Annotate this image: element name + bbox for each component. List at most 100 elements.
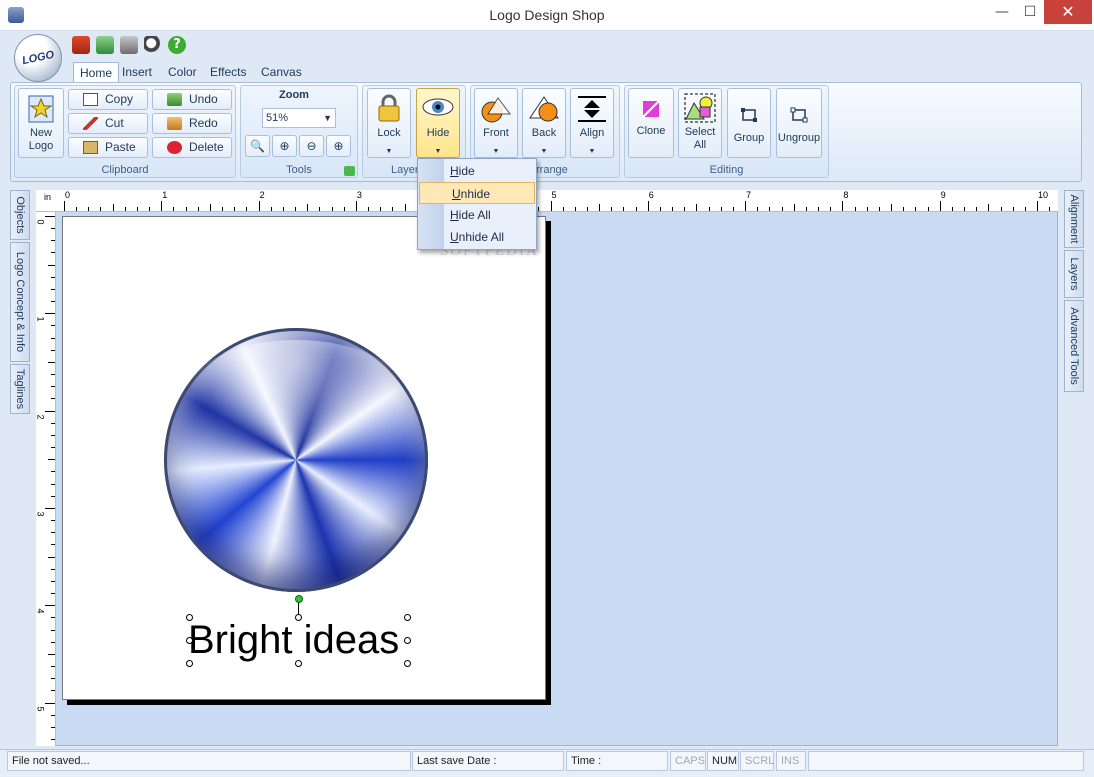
ruler-tick bbox=[927, 207, 929, 211]
status-file: File not saved... bbox=[7, 751, 411, 771]
panel-tab-advanced-tools[interactable]: Advanced Tools bbox=[1064, 300, 1084, 392]
cut-button[interactable]: Cut bbox=[68, 113, 148, 134]
copy-label: Copy bbox=[105, 92, 134, 106]
ruler-mark-top: 6 bbox=[648, 190, 654, 200]
chevron-down-icon: ▼ bbox=[323, 113, 332, 123]
ungroup-button[interactable]: Ungroup bbox=[776, 88, 822, 158]
ruler-mark-top: 1 bbox=[162, 190, 168, 200]
panel-tab-taglines[interactable]: Taglines bbox=[10, 364, 30, 414]
ruler-unit: in bbox=[44, 192, 52, 202]
back-button[interactable]: Back ▼ bbox=[522, 88, 566, 158]
menu-item-hide-all[interactable]: Hide All bbox=[418, 204, 536, 226]
resize-handle-s[interactable] bbox=[295, 660, 302, 667]
zoom-out-button[interactable]: ⊖ bbox=[299, 135, 324, 157]
ruler-tick bbox=[818, 207, 820, 211]
hide-button[interactable]: Hide ▼ bbox=[416, 88, 460, 158]
ruler-tick bbox=[51, 738, 55, 740]
ruler-tick bbox=[51, 276, 55, 278]
ruler-tick bbox=[51, 629, 55, 631]
ruler-tick bbox=[51, 471, 55, 473]
ruler-tick bbox=[100, 207, 102, 211]
select-all-button[interactable]: Select All bbox=[678, 88, 722, 158]
print-icon[interactable] bbox=[120, 36, 138, 54]
zoom-value: 51% bbox=[266, 112, 289, 124]
help-icon[interactable]: ? bbox=[168, 36, 186, 54]
resize-handle-w[interactable] bbox=[186, 637, 193, 644]
resize-handle-n[interactable] bbox=[295, 614, 302, 621]
panel-tab-logo-concept[interactable]: Logo Concept & Info bbox=[10, 242, 30, 362]
resize-handle-sw[interactable] bbox=[186, 660, 193, 667]
zoom-fit-button[interactable]: 🔍 bbox=[245, 135, 270, 157]
ruler-tick bbox=[830, 207, 832, 211]
front-button[interactable]: Front ▼ bbox=[474, 88, 518, 158]
delete-button[interactable]: Delete bbox=[152, 137, 232, 158]
status-last-save: Last save Date : bbox=[412, 751, 564, 771]
tab-insert[interactable]: Insert bbox=[116, 62, 158, 82]
ruler-tick bbox=[51, 398, 55, 400]
undo-button[interactable]: Undo bbox=[152, 89, 232, 110]
scissors-icon bbox=[83, 117, 98, 130]
ruler-mark-top: 7 bbox=[746, 190, 752, 200]
zoom-actual-icon: ⊕ bbox=[333, 139, 344, 153]
redo-button[interactable]: Redo bbox=[152, 113, 232, 134]
lock-button[interactable]: Lock ▼ bbox=[367, 88, 411, 158]
clone-button[interactable]: Clone bbox=[628, 88, 674, 158]
paste-button[interactable]: Paste bbox=[68, 137, 148, 158]
preview-icon[interactable] bbox=[144, 36, 162, 54]
app-menu-button[interactable]: LOGO bbox=[14, 34, 62, 82]
ruler-tick bbox=[295, 207, 297, 211]
new-logo-button[interactable]: New Logo bbox=[18, 88, 64, 158]
ruler-tick bbox=[48, 653, 55, 655]
status-caps: CAPS bbox=[670, 751, 706, 771]
ruler-tick bbox=[611, 207, 613, 211]
ruler-tick bbox=[51, 641, 55, 643]
resize-handle-ne[interactable] bbox=[404, 614, 411, 621]
zoom-actual-button[interactable]: ⊕ bbox=[326, 135, 351, 157]
ruler-tick bbox=[51, 726, 55, 728]
ruler-tick bbox=[88, 207, 90, 211]
panel-tab-alignment-label: Alignment bbox=[1068, 194, 1080, 244]
menu-item-hide[interactable]: Hide bbox=[418, 160, 536, 182]
maximize-button[interactable]: ☐ bbox=[1014, 0, 1046, 24]
resize-handle-e[interactable] bbox=[404, 637, 411, 644]
ruler-tick bbox=[659, 207, 661, 211]
copy-icon bbox=[83, 93, 98, 106]
export-icon[interactable] bbox=[96, 36, 114, 54]
ruler-tick bbox=[1024, 207, 1026, 211]
ruler-tick bbox=[380, 207, 382, 211]
save-icon[interactable] bbox=[72, 36, 90, 54]
zoom-select[interactable]: 51% ▼ bbox=[262, 108, 336, 128]
panel-tab-advanced-tools-label: Advanced Tools bbox=[1068, 307, 1080, 385]
panel-tab-alignment[interactable]: Alignment bbox=[1064, 190, 1084, 248]
resize-handle-nw[interactable] bbox=[186, 614, 193, 621]
chevron-down-icon: ▼ bbox=[434, 148, 442, 155]
ruler-tick bbox=[51, 240, 55, 242]
tab-effects[interactable]: Effects bbox=[204, 62, 252, 82]
panel-tab-objects[interactable]: Objects bbox=[10, 190, 30, 240]
zoom-in-button[interactable]: ⊕ bbox=[272, 135, 297, 157]
group-button[interactable]: Group bbox=[727, 88, 771, 158]
ruler-tick bbox=[732, 207, 734, 211]
ruler-tick bbox=[635, 207, 637, 211]
ruler-tick bbox=[915, 207, 917, 211]
tab-color[interactable]: Color bbox=[162, 62, 203, 82]
new-logo-label: New Logo bbox=[28, 127, 54, 152]
resize-handle-se[interactable] bbox=[404, 660, 411, 667]
chevron-down-icon: ▼ bbox=[492, 148, 500, 155]
rotation-handle[interactable] bbox=[295, 595, 303, 603]
chevron-down-icon: ▼ bbox=[540, 148, 548, 155]
panel-tab-layers[interactable]: Layers bbox=[1064, 250, 1084, 298]
align-icon bbox=[578, 96, 606, 122]
tab-canvas[interactable]: Canvas bbox=[255, 62, 308, 82]
dialog-launcher-icon[interactable] bbox=[344, 166, 355, 176]
ruler-tick bbox=[246, 207, 248, 211]
ruler-tick bbox=[51, 386, 55, 388]
menu-item-unhide[interactable]: Unhide bbox=[419, 182, 535, 204]
close-button[interactable]: ✕ bbox=[1044, 0, 1092, 24]
menu-item-unhide-all[interactable]: Unhide All bbox=[418, 226, 536, 248]
ruler-tick bbox=[672, 207, 674, 211]
align-button[interactable]: Align ▼ bbox=[570, 88, 614, 158]
copy-button[interactable]: Copy bbox=[68, 89, 148, 110]
logo-text[interactable]: Bright ideas bbox=[188, 616, 410, 664]
tab-home[interactable]: Home bbox=[73, 62, 120, 83]
